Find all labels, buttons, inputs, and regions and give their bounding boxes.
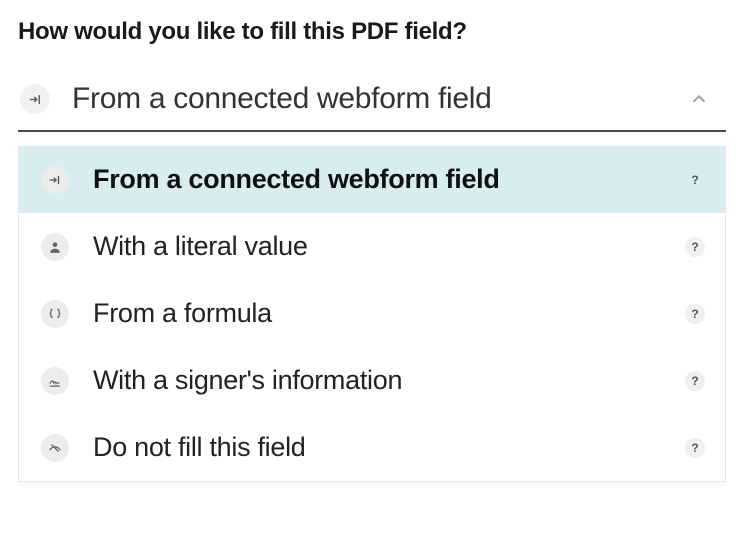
arrow-into-icon bbox=[20, 84, 50, 114]
help-icon[interactable]: ? bbox=[685, 170, 705, 190]
arrow-into-icon bbox=[41, 166, 69, 194]
option-label: From a connected webform field bbox=[93, 164, 685, 195]
person-icon bbox=[41, 233, 69, 261]
help-icon[interactable]: ? bbox=[685, 237, 705, 257]
braces-icon bbox=[41, 300, 69, 328]
option-signer-info[interactable]: With a signer's information ? bbox=[19, 347, 725, 414]
option-formula[interactable]: From a formula ? bbox=[19, 280, 725, 347]
option-label: From a formula bbox=[93, 298, 685, 329]
dropdown-selected-label: From a connected webform field bbox=[72, 82, 688, 116]
option-connected-webform[interactable]: From a connected webform field ? bbox=[19, 146, 725, 213]
help-icon[interactable]: ? bbox=[685, 438, 705, 458]
option-literal-value[interactable]: With a literal value ? bbox=[19, 213, 725, 280]
help-icon[interactable]: ? bbox=[685, 304, 705, 324]
dropdown-options-list: From a connected webform field ? With a … bbox=[18, 146, 726, 482]
no-entry-icon bbox=[41, 434, 69, 462]
option-label: With a signer's information bbox=[93, 365, 685, 396]
option-do-not-fill[interactable]: Do not fill this field ? bbox=[19, 414, 725, 481]
help-icon[interactable]: ? bbox=[685, 371, 705, 391]
page-title: How would you like to fill this PDF fiel… bbox=[18, 18, 726, 46]
chevron-up-icon bbox=[688, 88, 716, 110]
option-label: With a literal value bbox=[93, 231, 685, 262]
option-label: Do not fill this field bbox=[93, 432, 685, 463]
dropdown-header[interactable]: From a connected webform field bbox=[18, 74, 726, 132]
signature-icon bbox=[41, 367, 69, 395]
